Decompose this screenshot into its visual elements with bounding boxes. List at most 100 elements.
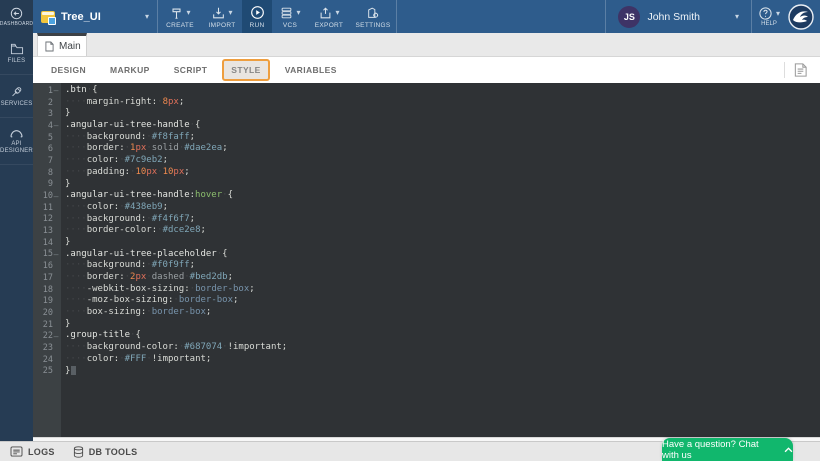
- vcs-button[interactable]: ▾ VCS: [272, 0, 308, 33]
- gutter-line[interactable]: 13: [33, 225, 61, 237]
- code-line: ····-moz-box-sizing:·border-box;: [65, 295, 820, 307]
- chat-label: Have a question? Chat with us: [662, 439, 776, 461]
- gutter-line[interactable]: 7: [33, 155, 61, 167]
- project-icon: [41, 11, 55, 23]
- run-label: RUN: [250, 22, 265, 29]
- sidebar-item-files[interactable]: FILES: [0, 33, 33, 75]
- dashboard-button[interactable]: DASHBOARD: [0, 0, 33, 33]
- gutter-line[interactable]: 9: [33, 179, 61, 191]
- code-line: .group-title·{: [65, 330, 820, 342]
- vcs-label: VCS: [283, 22, 297, 29]
- gutter-line[interactable]: 17: [33, 272, 61, 284]
- wavemaker-logo-icon: [788, 4, 814, 30]
- chevron-down-icon: ▾: [186, 9, 190, 17]
- run-button[interactable]: RUN: [242, 0, 272, 33]
- editor-code[interactable]: .btn·{····margin-right:·8px;}.angular-ui…: [61, 83, 820, 437]
- chevron-down-icon: ▾: [335, 9, 339, 17]
- avatar: JS: [618, 6, 640, 28]
- fold-toggle-icon[interactable]: –: [53, 192, 59, 201]
- code-line: ····margin-right:·8px;: [65, 97, 820, 109]
- code-line: .angular-ui-tree-handle·{: [65, 120, 820, 132]
- export-icon: [318, 6, 333, 20]
- tab-markup[interactable]: MARKUP: [101, 59, 159, 81]
- gutter-line[interactable]: 6: [33, 143, 61, 155]
- code-line: .angular-ui-tree-placeholder·{: [65, 249, 820, 261]
- gutter-line[interactable]: 23: [33, 342, 61, 354]
- style-code-editor: 1–234–5678910–1112131415–16171819202122–…: [33, 83, 820, 437]
- code-line: }: [65, 108, 820, 120]
- gutter-line[interactable]: 11: [33, 202, 61, 214]
- code-line: ····border:·1px·solid·#dae2ea;: [65, 143, 820, 155]
- gutter-line[interactable]: 16: [33, 260, 61, 272]
- chat-launcher-button[interactable]: Have a question? Chat with us: [662, 438, 793, 461]
- left-sidebar: FILES SERVICES API DESIGNER: [0, 33, 33, 441]
- gutter-line[interactable]: 12: [33, 214, 61, 226]
- import-icon: [211, 6, 226, 20]
- settings-folder-icon: [366, 6, 381, 20]
- import-label: IMPORT: [209, 22, 236, 29]
- editor-gutter: 1–234–5678910–1112131415–16171819202122–…: [33, 83, 61, 437]
- tab-variables[interactable]: VARIABLES: [276, 59, 346, 81]
- help-button[interactable]: ▾ HELP: [752, 0, 786, 33]
- chevron-down-icon: ▾: [145, 13, 149, 21]
- plug-icon: [10, 85, 24, 98]
- logs-button[interactable]: LOGS: [10, 446, 55, 457]
- text-cursor: [71, 366, 76, 375]
- import-button[interactable]: ▾ IMPORT: [202, 0, 242, 33]
- fold-toggle-icon[interactable]: –: [53, 121, 59, 130]
- code-line: ····background:·#f8faff;: [65, 132, 820, 144]
- gutter-line[interactable]: 20: [33, 307, 61, 319]
- gutter-line[interactable]: 3: [33, 108, 61, 120]
- project-selector[interactable]: Tree_UI ▾: [33, 0, 157, 33]
- notes-document-icon[interactable]: [793, 62, 808, 78]
- chevron-up-icon: [784, 447, 793, 453]
- hammer-icon: [169, 6, 184, 20]
- sidebar-item-label: FILES: [8, 58, 26, 66]
- code-line: ····padding:·10px·10px;: [65, 167, 820, 179]
- gutter-line[interactable]: 24: [33, 354, 61, 366]
- gutter-line[interactable]: 10–: [33, 190, 61, 202]
- fold-toggle-icon[interactable]: –: [53, 250, 59, 259]
- help-label: HELP: [761, 21, 777, 27]
- folder-icon: [10, 43, 24, 55]
- settings-label: SETTINGS: [356, 22, 391, 29]
- db-tools-label: DB TOOLS: [89, 447, 138, 457]
- gutter-line[interactable]: 21: [33, 319, 61, 331]
- create-button[interactable]: ▾ CREATE: [158, 0, 202, 33]
- gutter-line[interactable]: 15–: [33, 249, 61, 261]
- sidebar-item-services[interactable]: SERVICES: [0, 75, 33, 118]
- brand-area: [786, 0, 820, 33]
- chevron-down-icon: ▾: [776, 10, 780, 18]
- gutter-line[interactable]: 22–: [33, 330, 61, 342]
- user-menu[interactable]: JS John Smith ▾: [606, 0, 751, 33]
- export-button[interactable]: ▾ EXPORT: [308, 0, 350, 33]
- db-tools-button[interactable]: DB TOOLS: [73, 446, 138, 458]
- code-line: ····background-color:·#687074·!important…: [65, 342, 820, 354]
- gutter-line[interactable]: 2: [33, 97, 61, 109]
- gutter-line[interactable]: 5: [33, 132, 61, 144]
- gutter-line[interactable]: 4–: [33, 120, 61, 132]
- gutter-line[interactable]: 19: [33, 295, 61, 307]
- gutter-line[interactable]: 1–: [33, 85, 61, 97]
- gutter-line[interactable]: 14: [33, 237, 61, 249]
- fold-toggle-icon[interactable]: –: [53, 86, 59, 95]
- code-line: .btn·{: [65, 85, 820, 97]
- settings-button[interactable]: SETTINGS: [350, 0, 396, 33]
- gutter-line[interactable]: 25: [33, 366, 61, 378]
- logs-label: LOGS: [28, 447, 55, 457]
- gutter-line[interactable]: 18: [33, 284, 61, 296]
- fold-toggle-icon[interactable]: –: [53, 332, 59, 341]
- tab-label: Main: [59, 41, 81, 52]
- tab-script[interactable]: SCRIPT: [165, 59, 217, 81]
- vcs-stack-icon: [279, 6, 294, 20]
- toolbar-spacer: [397, 0, 605, 33]
- tab-design[interactable]: DESIGN: [42, 59, 95, 81]
- sidebar-item-api-designer[interactable]: API DESIGNER: [0, 118, 33, 166]
- tab-main[interactable]: Main: [37, 33, 87, 56]
- gutter-line[interactable]: 8: [33, 167, 61, 179]
- code-line: ····background:·#f4f6f7;: [65, 214, 820, 226]
- dashboard-label: DASHBOARD: [0, 21, 33, 27]
- dashboard-icon: [10, 7, 23, 20]
- code-line: ····color:·#438eb9;: [65, 202, 820, 214]
- tab-style[interactable]: STYLE: [222, 59, 269, 81]
